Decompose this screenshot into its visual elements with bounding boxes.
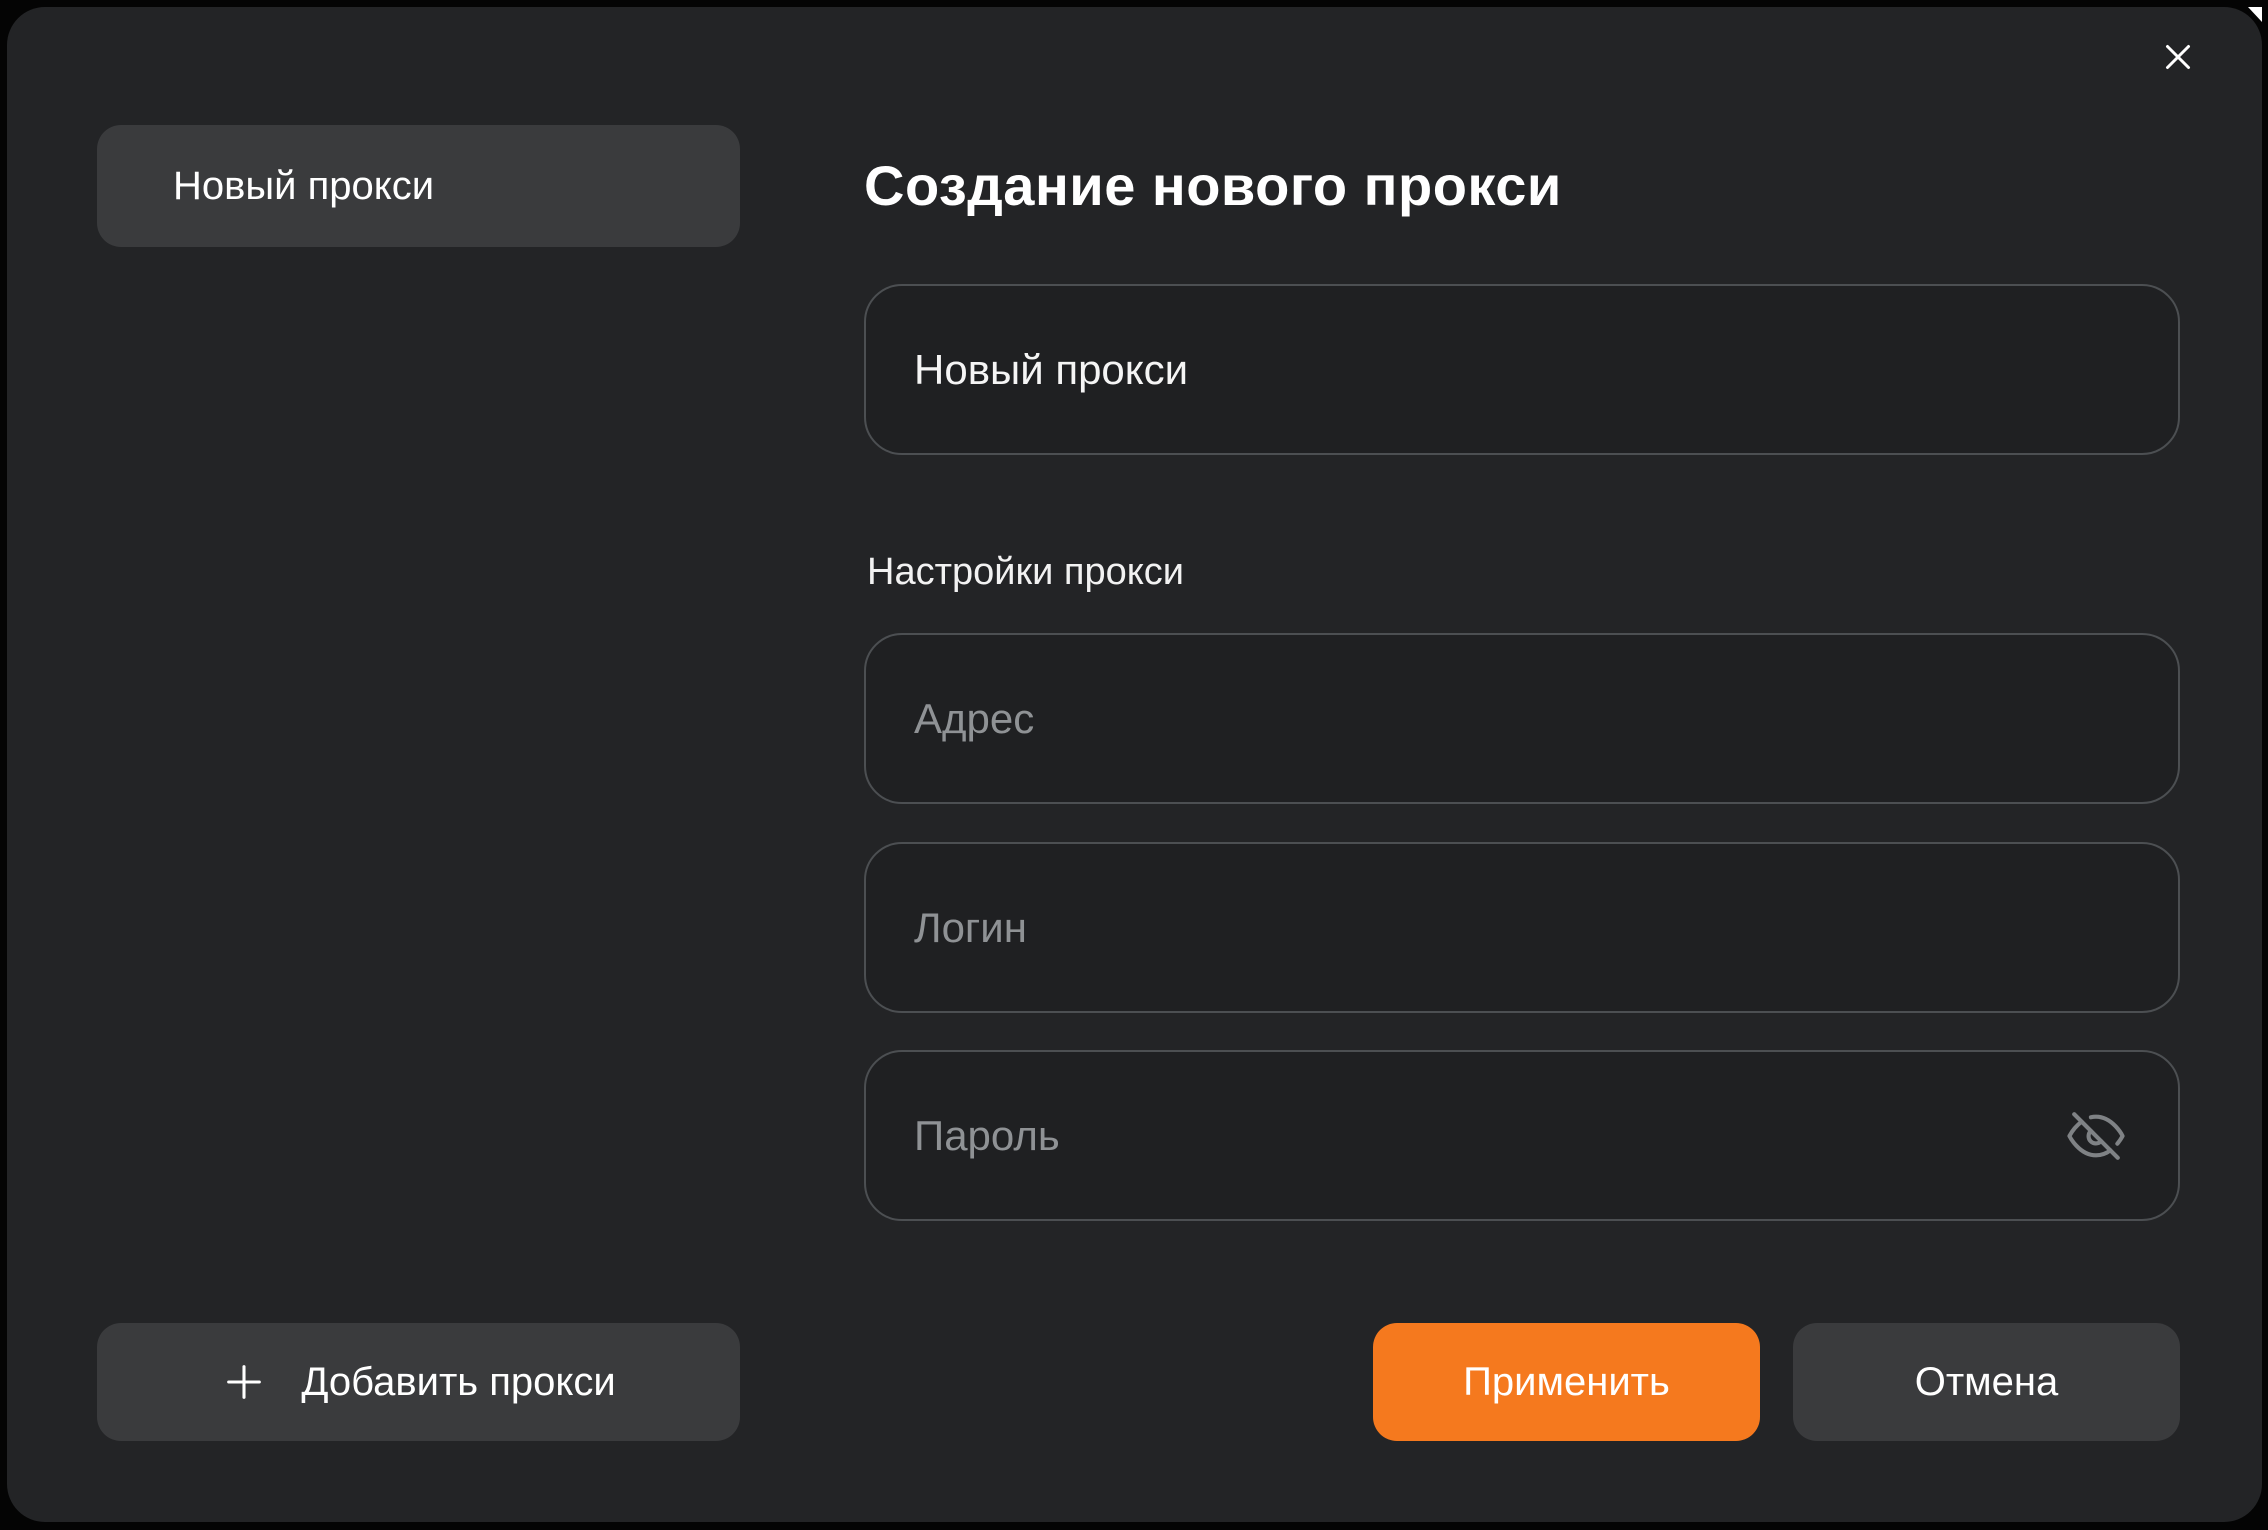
add-proxy-label: Добавить прокси [301,1360,615,1405]
proxy-name-input[interactable] [866,286,2178,453]
address-field [864,633,2180,804]
plus-icon [221,1359,267,1405]
close-icon [2160,39,2196,75]
proxy-settings-label: Настройки прокси [867,551,1184,594]
apply-button[interactable]: Применить [1373,1323,1760,1441]
login-input[interactable] [866,844,2178,1011]
eye-off-icon [2067,1107,2125,1165]
sidebar-item-label: Новый прокси [173,164,434,209]
screen: Новый прокси Создание нового прокси Наст… [0,0,2268,1530]
dialog-title: Создание нового прокси [864,153,2184,218]
login-field [864,842,2180,1013]
password-input[interactable] [866,1052,2178,1219]
password-field [864,1050,2180,1221]
close-button[interactable] [2150,29,2206,85]
address-input[interactable] [866,635,2178,802]
cancel-button[interactable]: Отмена [1793,1323,2180,1441]
sidebar-item-new-proxy[interactable]: Новый прокси [97,125,740,247]
proxy-name-field [864,284,2180,455]
toggle-password-visibility-button[interactable] [2060,1100,2132,1172]
proxy-dialog: Новый прокси Создание нового прокси Наст… [7,7,2262,1522]
add-proxy-button[interactable]: Добавить прокси [97,1323,740,1441]
cursor-artifact [2248,7,2262,22]
